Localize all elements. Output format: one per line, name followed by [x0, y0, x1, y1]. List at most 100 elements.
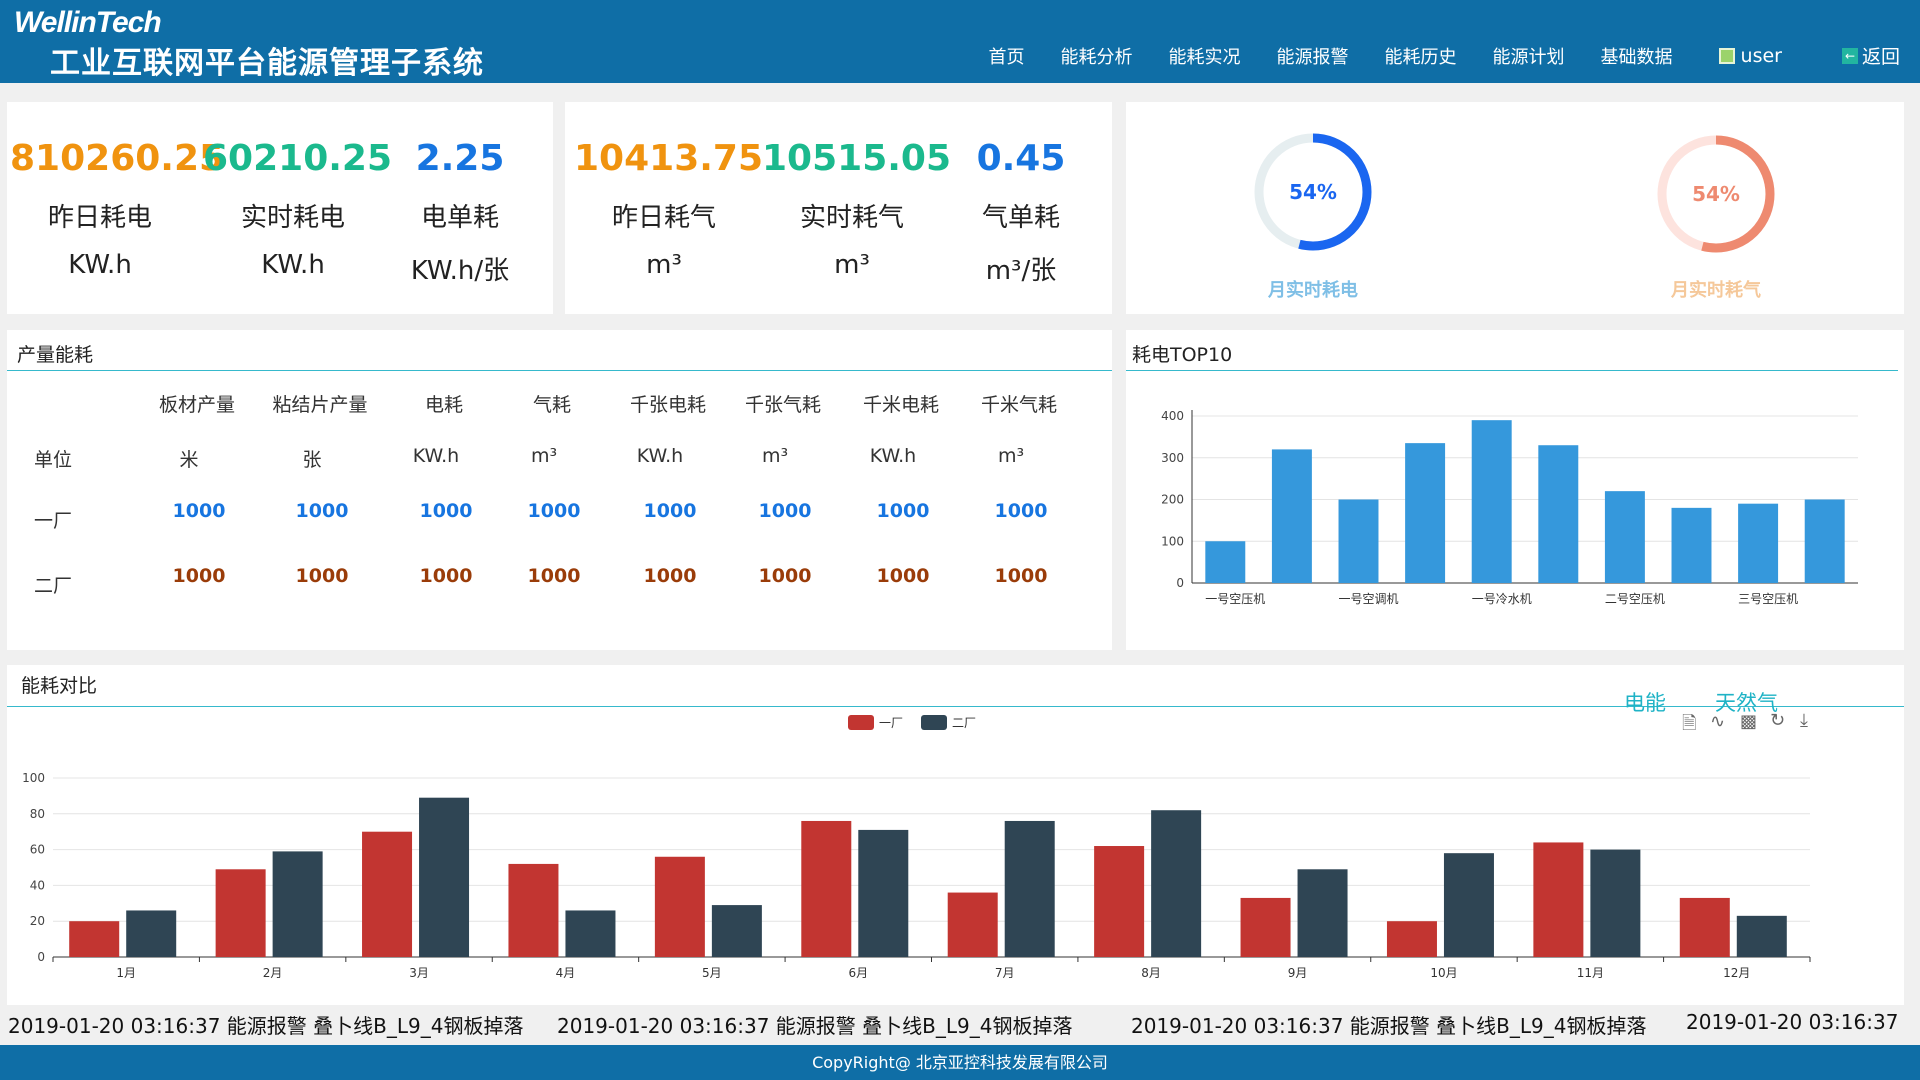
top10-bar[interactable]: [1338, 499, 1379, 584]
x-tick-label: 一号空调机: [1338, 592, 1398, 606]
nav-energy-live[interactable]: 能耗实况: [1169, 43, 1241, 69]
nav-energy-analysis[interactable]: 能耗分析: [1061, 43, 1133, 69]
system-title: 工业互联网平台能源管理子系统: [50, 46, 484, 81]
stat-value: 2.25: [415, 138, 505, 179]
user-menu[interactable]: user: [1718, 44, 1782, 67]
compare-bar[interactable]: [508, 863, 559, 957]
table-header-cell: 板材产量: [158, 394, 235, 416]
top10-bar[interactable]: [1804, 499, 1845, 584]
compare-bar[interactable]: [947, 892, 998, 957]
power-ring-percent: 54%: [1289, 180, 1337, 204]
compare-bar[interactable]: [1386, 921, 1437, 957]
x-tick-label: 5月: [702, 966, 722, 980]
y-tick-label: 100: [1161, 534, 1184, 548]
legend-swatch[interactable]: [848, 715, 874, 730]
unit-cell: m³: [530, 445, 558, 467]
ticker-item: 2019-01-20 03:16:37 能源报警 叠卜线B_L9_4钢板掉落: [557, 1014, 1073, 1038]
gas-ring-label: 月实时耗气: [1671, 280, 1761, 301]
stat-value: 10413.75: [574, 138, 764, 179]
table-value-cell: 1000: [994, 565, 1048, 587]
x-tick-label: 12月: [1723, 966, 1750, 980]
table-value-cell: 1000: [876, 500, 930, 522]
factory-row-label: 一厂: [33, 510, 72, 532]
y-tick-label: 200: [1161, 493, 1184, 507]
ticker-item: 2019-01-20 03:16:37: [1686, 1010, 1899, 1034]
top10-bar[interactable]: [1538, 445, 1579, 583]
x-tick-label: 10月: [1430, 966, 1457, 980]
main-nav: 首页 能耗分析 能耗实况 能源报警 能耗历史 能源计划 基础数据 user ← …: [953, 42, 1900, 69]
compare-bar[interactable]: [362, 831, 413, 957]
legend-label[interactable]: 一厂: [879, 716, 903, 730]
y-tick-label: 20: [30, 914, 45, 928]
stat-label: 气单耗: [981, 203, 1060, 233]
unit-cell: KW.h: [869, 445, 917, 467]
compare-bar[interactable]: [1590, 849, 1641, 957]
compare-bar[interactable]: [1443, 853, 1494, 957]
compare-bar[interactable]: [711, 905, 762, 957]
top10-bar[interactable]: [1471, 420, 1512, 583]
nav-energy-alarm[interactable]: 能源报警: [1277, 43, 1349, 69]
stat-label: 昨日耗电: [47, 203, 152, 233]
unit-cell: m³: [761, 445, 789, 467]
stat-label: 昨日耗气: [611, 203, 716, 233]
stat-realtime-gas: 10515.05 实时耗气 m³: [762, 138, 951, 280]
top10-bar[interactable]: [1671, 507, 1712, 583]
production-divider: [7, 370, 1112, 371]
compare-bar[interactable]: [1004, 820, 1055, 957]
table-header-cell: 电耗: [424, 394, 463, 416]
gas-stats-panel: 10413.75 昨日耗气 m³ 10515.05 实时耗气 m³ 0.45 气…: [565, 102, 1112, 314]
compare-bar[interactable]: [858, 829, 909, 957]
compare-bar[interactable]: [1736, 915, 1787, 957]
y-tick-label: 60: [30, 843, 45, 857]
legend-swatch[interactable]: [921, 715, 947, 730]
compare-bar[interactable]: [1679, 897, 1730, 957]
compare-bar[interactable]: [126, 910, 177, 957]
compare-bar[interactable]: [1094, 846, 1145, 957]
compare-bar[interactable]: [215, 869, 266, 957]
table-header-cell: 千米气耗: [980, 394, 1057, 416]
compare-bar[interactable]: [419, 797, 470, 957]
table-value-cell: 1000: [295, 565, 349, 587]
table-header-cell: 千米电耗: [862, 394, 939, 416]
compare-bar[interactable]: [272, 851, 323, 957]
power-stats-panel: 810260.25 昨日耗电 KW.h 60210.25 实时耗电 KW.h 2…: [7, 102, 553, 314]
user-name: user: [1740, 44, 1782, 67]
table-header-cell: 千张气耗: [744, 394, 821, 416]
compare-bar[interactable]: [801, 820, 852, 957]
compare-bar-chart: 一厂 二厂 0 20 40 60 80 100 1月 2月 3月 4月 5月 6月 7月 8月 9月 10月 11月…: [22, 715, 1811, 980]
nav-home[interactable]: 首页: [989, 43, 1025, 69]
nav-base-data[interactable]: 基础数据: [1601, 43, 1673, 69]
y-tick-label: 300: [1161, 451, 1184, 465]
stat-value: 60210.25: [203, 138, 393, 179]
x-tick-label: 8月: [1141, 966, 1161, 980]
arrow-left-icon: ←: [1841, 47, 1858, 64]
compare-bar[interactable]: [69, 921, 120, 957]
top10-bar[interactable]: [1604, 491, 1645, 583]
nav-energy-plan[interactable]: 能源计划: [1493, 43, 1565, 69]
top10-bar[interactable]: [1738, 503, 1779, 583]
y-tick-label: 0: [37, 950, 45, 964]
x-tick-label: 二号空压机: [1605, 592, 1665, 606]
top10-bar[interactable]: [1405, 443, 1446, 583]
compare-bar[interactable]: [654, 856, 705, 957]
table-value-cell: 1000: [643, 565, 697, 587]
chart-legend: 一厂 二厂: [848, 715, 976, 730]
x-tick-label: 三号空压机: [1738, 592, 1798, 606]
compare-bar[interactable]: [565, 910, 616, 957]
compare-bar[interactable]: [1297, 869, 1348, 957]
unit-cell: 米: [179, 449, 199, 471]
user-icon: [1718, 47, 1735, 64]
factory-row-label: 二厂: [33, 575, 72, 597]
compare-bar[interactable]: [1240, 897, 1291, 957]
compare-bar[interactable]: [1533, 842, 1584, 957]
stat-unit: KW.h: [68, 250, 132, 280]
compare-bar[interactable]: [1151, 810, 1202, 957]
production-panel: 产量能耗 板材产量 粘结片产量 电耗 气耗 千张电耗 千张气耗 千米电耗 千米气耗 单位 米 张 KW…: [7, 330, 1112, 650]
legend-label[interactable]: 二厂: [952, 716, 976, 730]
x-tick-label: 1月: [116, 966, 136, 980]
nav-energy-history[interactable]: 能耗历史: [1385, 43, 1457, 69]
top10-bar[interactable]: [1205, 541, 1246, 583]
back-button[interactable]: ← 返回: [1841, 42, 1900, 69]
top10-panel: 耗电TOP10 0 100 200 300 400 一号空压机 一号空调机 一号冷水机 二号空压…: [1126, 330, 1904, 650]
top10-bar[interactable]: [1271, 449, 1312, 583]
